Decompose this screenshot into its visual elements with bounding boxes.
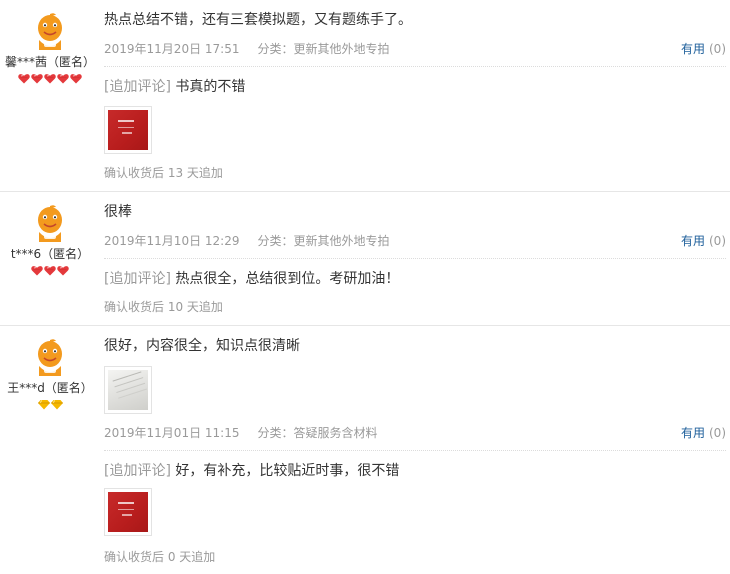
review-date: 2019年11月10日 12:29 (104, 234, 240, 248)
useful-button[interactable]: 有用 (0) (681, 232, 726, 250)
divider (104, 450, 726, 451)
reviewer-name: 馨***茜（匿名） (4, 55, 95, 69)
reviewer-info: t***6（匿名） (0, 202, 100, 277)
review-meta: 2019年11月10日 12:29 分类：更新其他外地专拍 有用 (0) (104, 232, 726, 250)
red-heart-diamond-icon (31, 265, 43, 276)
followup-confirm-time: 确认收货后 13 天追加 (104, 166, 223, 180)
followup-text: 书真的不错 (175, 79, 246, 95)
red-heart-diamond-icon (18, 73, 30, 84)
useful-label[interactable]: 有用 (681, 426, 705, 440)
red-heart-diamond-icon (57, 265, 69, 276)
reviewer-level-badges (0, 265, 100, 277)
review-date: 2019年11月20日 17:51 (104, 42, 240, 56)
followup-comment: [追加评论] 书真的不错 (104, 76, 726, 96)
review-date: 2019年11月01日 11:15 (104, 426, 240, 440)
reviewer-info: 王***d（匿名） (0, 336, 100, 411)
red-heart-diamond-icon (44, 73, 56, 84)
followup-text: 好，有补充，比较贴近时事，很不错 (175, 463, 400, 479)
followup-image-thumbnail[interactable] (104, 488, 152, 536)
review-category: 分类：答疑服务含材料 (257, 426, 378, 440)
divider (104, 258, 726, 259)
reviewer-name: t***6（匿名） (10, 247, 90, 261)
reviewer-level-badges (0, 399, 100, 411)
review-text: 热点总结不错，还有三套模拟题，又有题练手了。 (104, 12, 412, 28)
useful-label[interactable]: 有用 (681, 42, 705, 56)
useful-count: (0) (709, 234, 726, 248)
followup-comment: [追加评论] 好，有补充，比较贴近时事，很不错 (104, 460, 726, 480)
red-book-cover-image (108, 492, 148, 532)
reviewer-level-badges (0, 73, 100, 85)
review-item: t***6（匿名） 很棒 2019年11月10日 12:29 分类：更新其他外地专… (0, 192, 730, 326)
divider (104, 66, 726, 67)
review-category: 分类：更新其他外地专拍 (257, 42, 390, 56)
review-item: 王***d（匿名） 很好，内容很全，知识点很清晰 2019年11月01日 11:… (0, 326, 730, 574)
book-page-photo-image (108, 370, 148, 410)
review-item: 馨***茜（匿名） 热点总结不错，还有三套模拟题，又有题练手了。 2019年11… (0, 0, 730, 192)
review-text: 很好，内容很全，知识点很清晰 (104, 338, 300, 354)
review-text: 很棒 (104, 204, 132, 220)
red-heart-diamond-icon (70, 73, 82, 84)
avatar[interactable] (30, 336, 70, 376)
followup-text: 热点很全，总结很到位。考研加油！ (175, 271, 400, 287)
useful-button[interactable]: 有用 (0) (681, 40, 726, 58)
followup-image-thumbnail[interactable] (104, 106, 152, 154)
review-meta: 2019年11月20日 17:51 分类：更新其他外地专拍 有用 (0) (104, 40, 726, 58)
avatar[interactable] (30, 10, 70, 50)
useful-label[interactable]: 有用 (681, 234, 705, 248)
followup-tag: [追加评论] (104, 463, 171, 479)
avatar[interactable] (30, 202, 70, 242)
reviewer-name: 王***d（匿名） (7, 381, 93, 395)
review-category: 分类：更新其他外地专拍 (257, 234, 390, 248)
reviewer-info: 馨***茜（匿名） (0, 10, 100, 85)
useful-count: (0) (709, 426, 726, 440)
red-heart-diamond-icon (31, 73, 43, 84)
review-image-thumbnail[interactable] (104, 366, 152, 414)
followup-comment: [追加评论] 热点很全，总结很到位。考研加油！ (104, 268, 726, 288)
yellow-diamond-icon (38, 399, 50, 410)
followup-tag: [追加评论] (104, 271, 171, 287)
yellow-diamond-icon (51, 399, 63, 410)
followup-tag: [追加评论] (104, 79, 171, 95)
red-book-cover-image (108, 110, 148, 150)
red-heart-diamond-icon (57, 73, 69, 84)
review-meta: 2019年11月01日 11:15 分类：答疑服务含材料 有用 (0) (104, 424, 726, 442)
followup-confirm-time: 确认收货后 10 天追加 (104, 300, 223, 314)
useful-count: (0) (709, 42, 726, 56)
useful-button[interactable]: 有用 (0) (681, 424, 726, 442)
followup-confirm-time: 确认收货后 0 天追加 (104, 550, 216, 564)
red-heart-diamond-icon (44, 265, 56, 276)
